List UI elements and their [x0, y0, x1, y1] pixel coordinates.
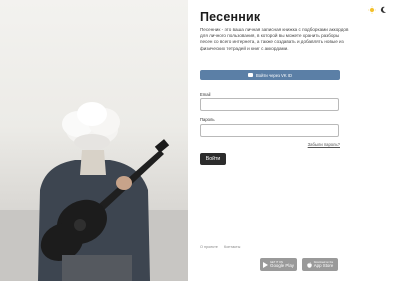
app-store-name: App Store	[313, 262, 334, 268]
app-store-badge[interactable]: Download on the App Store	[302, 258, 338, 271]
sun-icon[interactable]	[368, 6, 376, 14]
email-field[interactable]	[200, 98, 339, 111]
apple-icon	[306, 261, 312, 268]
vk-icon	[248, 73, 253, 77]
app-description: Песенник - это ваша личная записная книж…	[200, 27, 349, 51]
google-play-name: Google Play	[270, 262, 294, 268]
google-play-badge[interactable]: GET IT ON Google Play	[260, 258, 297, 271]
hand	[116, 176, 132, 190]
jeans	[62, 255, 132, 281]
login-panel: Песенник Песенник - это ваша личная запи…	[188, 0, 400, 281]
vk-login-button[interactable]: Войти через VK ID	[200, 70, 340, 80]
page-title: Песенник	[200, 10, 261, 24]
moon-icon[interactable]	[380, 6, 387, 14]
guitar-head	[154, 139, 170, 153]
footer-links: О проекте Контакты	[200, 245, 245, 249]
google-play-icon	[263, 261, 269, 268]
password-label: Пароль	[200, 117, 215, 122]
forgot-password-link[interactable]: Забыли пароль?	[308, 142, 340, 147]
hero-image	[0, 0, 188, 281]
login-button[interactable]: Войти	[200, 153, 226, 165]
about-link[interactable]: О проекте	[200, 245, 218, 249]
shirt	[80, 150, 106, 175]
guitarist-illustration	[0, 102, 188, 281]
email-label: Email	[200, 92, 211, 97]
contacts-link[interactable]: Контакты	[224, 245, 240, 249]
vk-login-label: Войти через VK ID	[256, 72, 292, 78]
password-field[interactable]	[200, 124, 339, 137]
cloud-head	[62, 102, 120, 150]
